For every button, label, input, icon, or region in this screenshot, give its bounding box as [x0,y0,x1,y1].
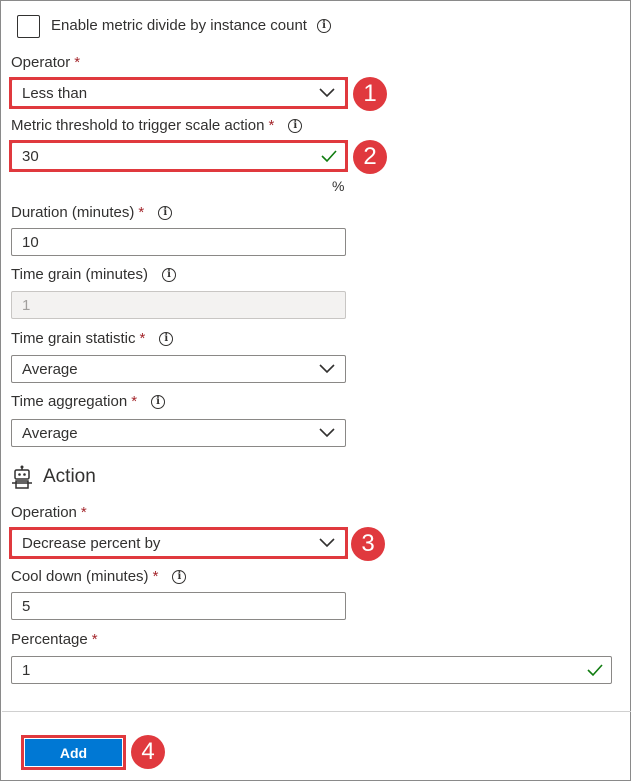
operation-label: Operation [11,504,77,521]
required-marker: * [138,204,145,221]
time-grain-statistic-dropdown[interactable]: Average [11,355,346,383]
threshold-unit: % [332,178,345,194]
callout-badge-1: 1 [353,77,387,111]
operation-highlight [9,527,348,559]
info-icon[interactable]: i [172,569,187,584]
required-marker: * [152,568,159,585]
time-aggregation-value: Average [22,424,78,442]
cool-down-input[interactable]: 5 [11,592,346,620]
metric-divide-row: Enable metric divide by instance count i [51,17,331,34]
duration-value: 10 [22,233,39,251]
time-grain-label-row: Time grain (minutes) i [11,266,176,283]
scale-rule-panel: Enable metric divide by instance count i… [0,0,631,781]
required-marker: * [131,393,138,410]
percentage-label: Percentage [11,631,88,648]
operator-highlight [9,77,348,109]
time-grain-statistic-label-row: Time grain statistic * i [11,330,174,347]
chevron-down-icon [319,364,335,374]
robot-icon [12,465,32,489]
chevron-down-icon [319,428,335,438]
time-grain-statistic-value: Average [22,360,78,378]
duration-label-row: Duration (minutes) * i [11,204,173,221]
action-section-title: Action [43,466,96,487]
info-icon[interactable]: i [288,118,303,133]
duration-input[interactable]: 10 [11,228,346,256]
info-icon[interactable]: i [158,205,173,220]
info-icon[interactable]: i [151,394,166,409]
required-marker: * [91,631,98,648]
time-aggregation-label: Time aggregation [11,393,128,410]
info-icon[interactable]: i [161,267,176,282]
cool-down-label-row: Cool down (minutes) * i [11,568,187,585]
required-marker: * [139,330,146,347]
time-aggregation-dropdown[interactable]: Average [11,419,346,447]
operator-label-row: Operator * [11,54,80,71]
operator-label: Operator [11,54,71,71]
required-marker: * [268,117,275,134]
required-marker: * [74,54,81,71]
threshold-label-row: Metric threshold to trigger scale action… [11,117,303,134]
percentage-label-row: Percentage * [11,631,98,648]
time-grain-label: Time grain (minutes) [11,266,148,283]
callout-badge-2: 2 [353,140,387,174]
required-marker: * [80,504,87,521]
metric-divide-checkbox[interactable] [17,15,40,38]
add-button[interactable]: Add [25,739,122,766]
info-icon[interactable]: i [316,18,331,33]
percentage-value: 1 [22,661,31,679]
time-grain-input: 1 [11,291,346,319]
metric-divide-label: Enable metric divide by instance count [51,17,307,34]
operation-label-row: Operation * [11,504,87,521]
threshold-highlight [9,140,348,172]
footer-divider [2,711,631,712]
checkmark-icon [587,664,603,677]
time-aggregation-label-row: Time aggregation * i [11,393,166,410]
duration-label: Duration (minutes) [11,204,135,221]
callout-badge-3: 3 [351,527,385,561]
info-icon[interactable]: i [159,331,174,346]
percentage-input[interactable]: 1 [11,656,612,684]
cool-down-label: Cool down (minutes) [11,568,149,585]
time-grain-statistic-label: Time grain statistic [11,330,136,347]
time-grain-value: 1 [22,296,31,314]
action-section-header: Action [11,465,96,489]
callout-badge-4: 4 [131,735,165,769]
cool-down-value: 5 [22,597,31,615]
threshold-label: Metric threshold to trigger scale action [11,117,265,134]
